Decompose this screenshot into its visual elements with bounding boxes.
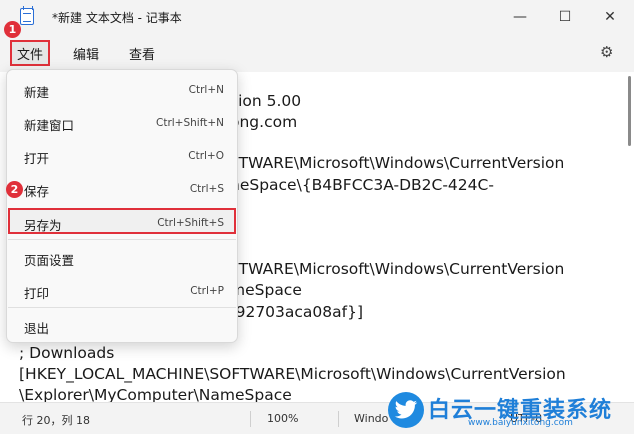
- editor-line: ; Downloads: [19, 344, 115, 362]
- zoom-level: 100%: [267, 412, 299, 425]
- editor-line: neSpace\{B4BFCC3A-DB2C-424C-: [230, 176, 494, 194]
- maximize-button[interactable]: ☐: [542, 0, 588, 34]
- close-button[interactable]: ✕: [587, 0, 633, 34]
- step-badge-1: 1: [4, 21, 21, 38]
- editor-line: FTWARE\Microsoft\Windows\CurrentVersion: [230, 260, 565, 278]
- menu-item-shortcut: Ctrl+Shift+S: [157, 217, 224, 229]
- status-separator: [250, 411, 251, 427]
- menu-item-shortcut: Ctrl+S: [189, 183, 224, 195]
- menu-item-label: 新建: [24, 85, 50, 100]
- menu-item-label: 打开: [24, 151, 50, 166]
- menu-edit[interactable]: 编辑: [73, 44, 99, 63]
- menu-item-new-window[interactable]: 新建窗口 Ctrl+Shift+N: [8, 108, 236, 138]
- step-badge-2: 2: [6, 181, 23, 198]
- menu-item-shortcut: Ctrl+P: [190, 285, 224, 297]
- cursor-position: 行 20，列 18: [22, 414, 90, 427]
- editor-line: [HKEY_LOCAL_MACHINE\SOFTWARE\Microsoft\W…: [19, 365, 566, 383]
- settings-gear-icon[interactable]: ⚙: [600, 43, 613, 61]
- menu-item-label: 另存为: [24, 218, 62, 233]
- title-bar: *新建 文本文档 - 记事本 — ☐ ✕: [0, 0, 634, 34]
- editor-line: \Explorer\MyComputer\NameSpace: [19, 386, 292, 402]
- vertical-scrollbar[interactable]: [628, 76, 631, 146]
- menu-item-save-as[interactable]: 另存为 Ctrl+Shift+S: [8, 208, 236, 234]
- menu-view[interactable]: 查看: [129, 44, 155, 63]
- menu-item-page-setup[interactable]: 页面设置: [8, 243, 236, 273]
- menu-item-open[interactable]: 打开 Ctrl+O: [8, 141, 236, 171]
- menu-file[interactable]: 文件: [10, 40, 50, 66]
- editor-line: ong.com: [230, 113, 298, 131]
- menu-item-exit[interactable]: 退出: [8, 311, 236, 341]
- editor-line: sion 5.00: [230, 92, 302, 110]
- menu-item-label: 保存: [24, 184, 50, 199]
- menu-item-new[interactable]: 新建 Ctrl+N: [8, 75, 236, 105]
- watermark: 白云一键重装系统 www.baiyunxitong.com: [388, 390, 634, 434]
- menu-item-shortcut: Ctrl+N: [188, 84, 224, 96]
- menu-file-label: 文件: [16, 47, 43, 63]
- watermark-url: www.baiyunxitong.com: [468, 418, 573, 428]
- bird-logo-icon: [388, 392, 424, 428]
- menu-item-label: 退出: [24, 321, 50, 336]
- editor-line: FTWARE\Microsoft\Windows\CurrentVersion: [230, 154, 565, 172]
- menu-item-save[interactable]: 保存 Ctrl+S: [8, 174, 236, 204]
- menu-item-label: 页面设置: [24, 253, 75, 268]
- menu-item-shortcut: Ctrl+O: [188, 150, 224, 162]
- menu-divider: [8, 307, 236, 308]
- menu-divider: [8, 239, 236, 240]
- menu-item-print[interactable]: 打印 Ctrl+P: [8, 276, 236, 306]
- line-ending: Windo: [354, 412, 389, 425]
- editor-line: meSpace: [230, 281, 302, 299]
- menu-item-shortcut: Ctrl+Shift+N: [156, 117, 224, 129]
- notepad-app-icon: [20, 6, 34, 25]
- window-title: *新建 文本文档 - 记事本: [52, 11, 182, 25]
- status-separator: [338, 411, 339, 427]
- file-dropdown-menu: 新建 Ctrl+N 新建窗口 Ctrl+Shift+N 打开 Ctrl+O 保存…: [6, 69, 238, 343]
- editor-line: -92703aca08af}]: [230, 303, 364, 321]
- menu-item-label: 新建窗口: [24, 118, 75, 133]
- menu-bar: 文件 编辑 查看: [0, 34, 634, 72]
- minimize-button[interactable]: —: [497, 0, 543, 34]
- menu-item-label: 打印: [24, 286, 50, 301]
